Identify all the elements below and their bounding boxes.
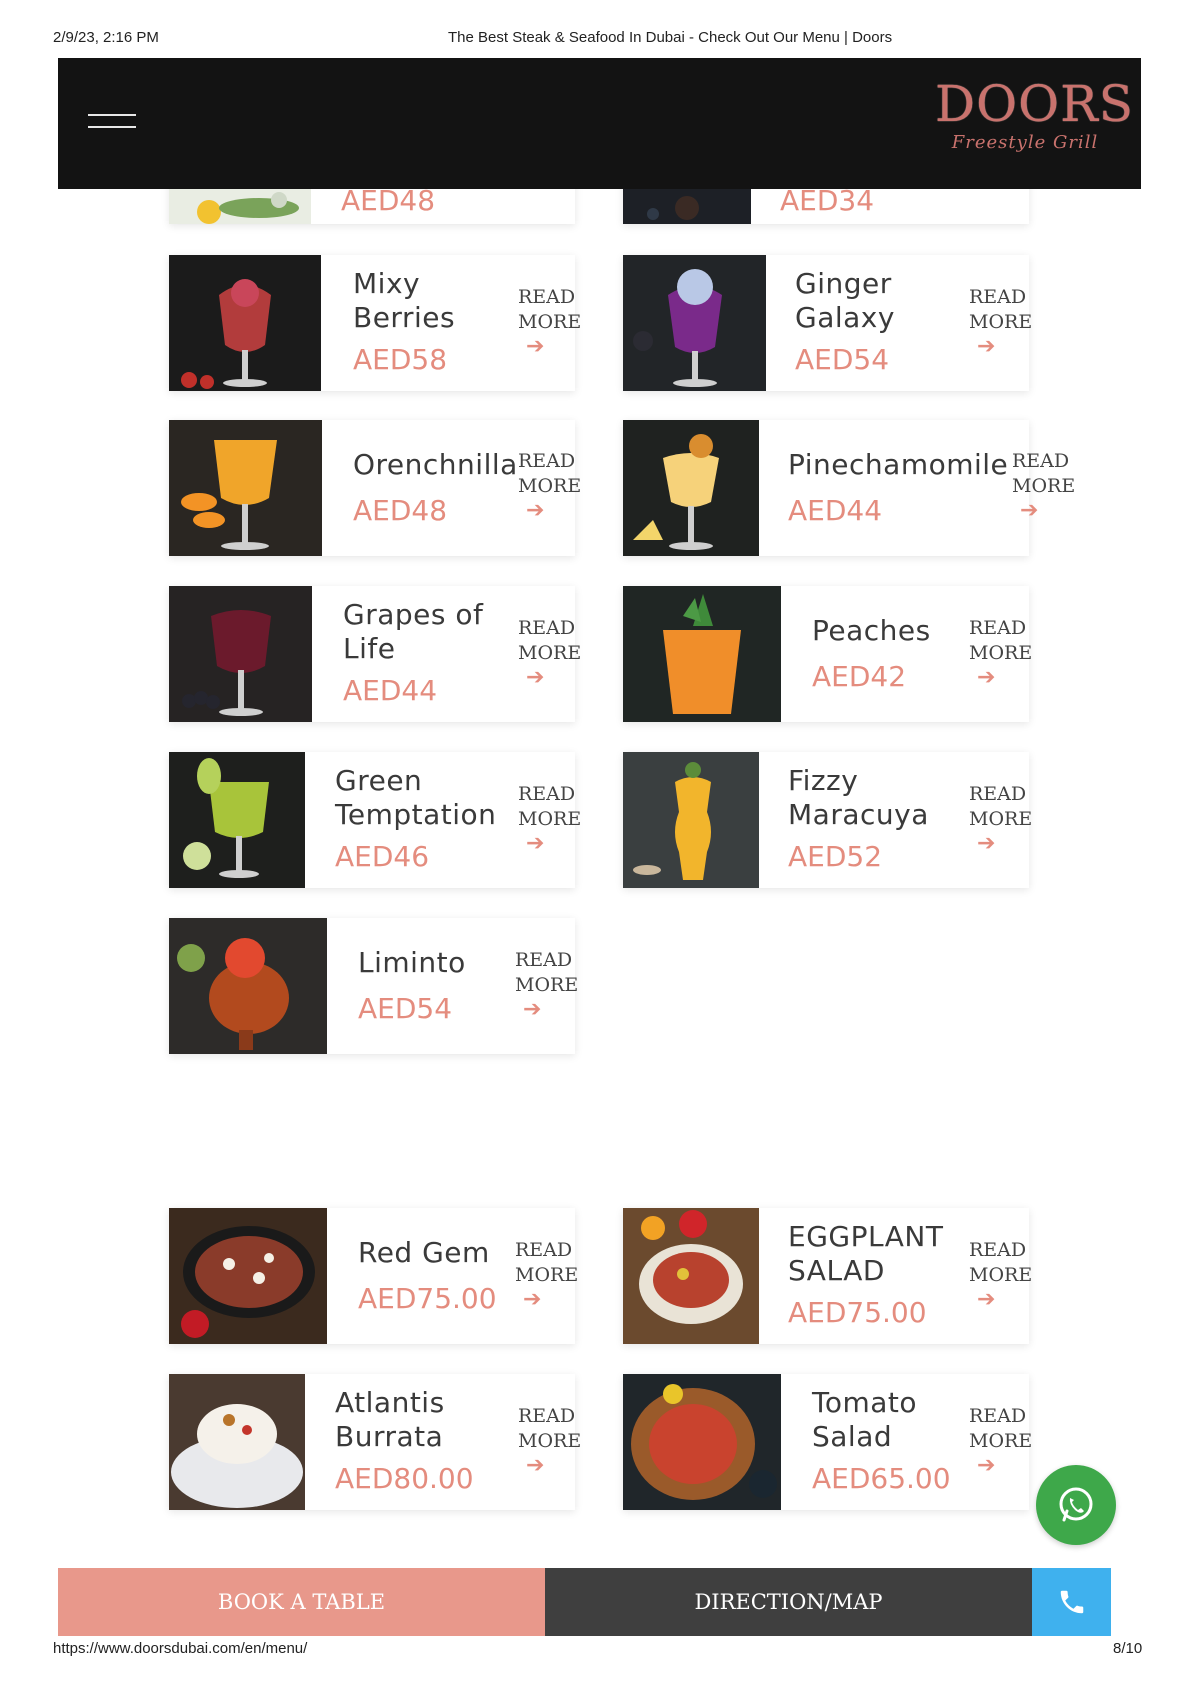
menu-card-tomato-salad[interactable]: Tomato Salad AED65.00 READ MORE ➔ bbox=[623, 1374, 1032, 1510]
call-button[interactable] bbox=[1032, 1568, 1111, 1636]
dish-photo bbox=[169, 752, 305, 888]
logo-wordmark: DOORS bbox=[935, 75, 1134, 133]
dish-price: AED75.00 bbox=[358, 1282, 497, 1315]
dish-price: AED48 bbox=[353, 494, 448, 527]
menu-card-ginger-galaxy[interactable]: Ginger Galaxy AED54 READ MORE ➔ bbox=[623, 255, 1032, 391]
read-more-link[interactable]: READ MORE ➔ bbox=[518, 1404, 581, 1478]
dish-name: Orenchnilla bbox=[353, 448, 518, 481]
dish-name: Grapes of Life bbox=[343, 598, 484, 665]
arrow-right-icon: ➔ bbox=[977, 1453, 996, 1478]
logo[interactable]: DOORS Freestyle Grill bbox=[935, 75, 1134, 176]
read-more-link[interactable]: READ MORE ➔ bbox=[969, 1404, 1032, 1478]
arrow-right-icon: ➔ bbox=[523, 997, 542, 1022]
site-header: DOORS Freestyle Grill bbox=[58, 58, 1141, 189]
menu-card-fizzy-maracuya[interactable]: Fizzy Maracuya AED52 READ MORE ➔ bbox=[623, 752, 1032, 888]
print-url: https://www.doorsdubai.com/en/menu/ bbox=[53, 1640, 308, 1657]
menu-card-grapes-of-life[interactable]: Grapes of Life AED44 READ MORE ➔ bbox=[169, 586, 581, 722]
whatsapp-button[interactable] bbox=[1036, 1465, 1116, 1545]
arrow-right-icon: ➔ bbox=[526, 1453, 545, 1478]
dish-price: AED58 bbox=[353, 343, 448, 376]
menu-card-eggplant-salad[interactable]: EGGPLANT SALAD AED75.00 READ MORE ➔ bbox=[623, 1208, 1032, 1344]
dish-name: Atlantis Burrata bbox=[335, 1386, 445, 1453]
read-more-link[interactable]: READ MORE ➔ bbox=[518, 616, 581, 690]
dish-photo bbox=[169, 1374, 305, 1510]
read-more-link[interactable]: READ MORE ➔ bbox=[1012, 449, 1075, 523]
arrow-right-icon: ➔ bbox=[526, 498, 545, 523]
dish-price: AED80.00 bbox=[335, 1462, 474, 1495]
dish-photo bbox=[623, 586, 781, 722]
dish-price: AED54 bbox=[358, 992, 453, 1025]
bottom-action-bar: BOOK A TABLE DIRECTION/MAP bbox=[58, 1568, 1111, 1636]
read-more-link[interactable]: READ MORE ➔ bbox=[969, 1238, 1032, 1312]
print-page-title: The Best Steak & Seafood In Dubai - Chec… bbox=[448, 29, 893, 46]
dish-photo bbox=[623, 420, 759, 556]
menu-card-pinechamomile[interactable]: Pinechamomile AED44 READ MORE ➔ bbox=[623, 420, 1075, 556]
arrow-right-icon: ➔ bbox=[526, 665, 545, 690]
phone-icon bbox=[1060, 1590, 1083, 1614]
read-more-link[interactable]: READ MORE ➔ bbox=[518, 285, 581, 359]
dish-photo bbox=[169, 1208, 327, 1344]
whatsapp-icon bbox=[1059, 1487, 1093, 1522]
arrow-right-icon: ➔ bbox=[526, 831, 545, 856]
dish-name: Ginger Galaxy bbox=[795, 267, 895, 334]
read-more-link[interactable]: READ MORE ➔ bbox=[969, 782, 1032, 856]
arrow-right-icon: ➔ bbox=[523, 1287, 542, 1312]
print-page-number: 8/10 bbox=[1113, 1640, 1143, 1657]
dish-photo bbox=[169, 918, 327, 1054]
dish-name: Pinechamomile bbox=[788, 448, 1009, 481]
menu-card-atlantis-burrata[interactable]: Atlantis Burrata AED80.00 READ MORE ➔ bbox=[169, 1374, 581, 1510]
dish-photo bbox=[169, 420, 322, 556]
arrow-right-icon: ➔ bbox=[977, 665, 996, 690]
dish-name: EGGPLANT SALAD bbox=[788, 1220, 944, 1287]
dish-photo bbox=[169, 586, 312, 722]
read-more-link[interactable]: READ MORE ➔ bbox=[515, 1238, 578, 1312]
arrow-right-icon: ➔ bbox=[977, 1287, 996, 1312]
arrow-right-icon: ➔ bbox=[1020, 498, 1039, 523]
dish-price: AED65.00 bbox=[812, 1462, 951, 1495]
dish-price: AED75.00 bbox=[788, 1296, 927, 1329]
dish-name: Liminto bbox=[358, 946, 466, 979]
read-more-link[interactable]: READ MORE ➔ bbox=[518, 449, 581, 523]
menu-card-liminto[interactable]: Liminto AED54 READ MORE ➔ bbox=[169, 918, 578, 1054]
dish-price: AED46 bbox=[335, 840, 430, 873]
dish-price: AED44 bbox=[788, 494, 883, 527]
hamburger-icon[interactable] bbox=[88, 114, 136, 134]
dish-price: AED42 bbox=[812, 660, 907, 693]
read-more-link[interactable]: READ MORE ➔ bbox=[969, 285, 1032, 359]
arrow-right-icon: ➔ bbox=[977, 334, 996, 359]
menu-card-red-gem[interactable]: Red Gem AED75.00 READ MORE ➔ bbox=[169, 1208, 578, 1344]
menu-card-peaches[interactable]: Peaches AED42 READ MORE ➔ bbox=[623, 586, 1032, 722]
dish-photo bbox=[623, 1374, 781, 1510]
menu-card-green-temptation[interactable]: Green Temptation AED46 READ MORE ➔ bbox=[169, 752, 581, 888]
dish-photo bbox=[623, 1208, 759, 1344]
dish-name: Tomato Salad bbox=[812, 1386, 918, 1453]
direction-map-button[interactable]: DIRECTION/MAP bbox=[545, 1568, 1032, 1636]
print-date: 2/9/23, 2:16 PM bbox=[53, 29, 159, 46]
dish-name: Peaches bbox=[812, 614, 931, 647]
dish-name: Red Gem bbox=[358, 1236, 490, 1269]
book-table-button[interactable]: BOOK A TABLE bbox=[58, 1568, 545, 1636]
dish-photo bbox=[169, 255, 321, 391]
dish-price: AED44 bbox=[343, 674, 438, 707]
read-more-link[interactable]: READ MORE ➔ bbox=[969, 616, 1032, 690]
dish-photo bbox=[623, 255, 766, 391]
dish-price: AED54 bbox=[795, 343, 890, 376]
read-more-link[interactable]: READ MORE ➔ bbox=[515, 948, 578, 1022]
dish-price: AED52 bbox=[788, 840, 883, 873]
dish-name: Fizzy Maracuya bbox=[788, 764, 929, 831]
logo-tagline: Freestyle Grill bbox=[951, 132, 1099, 153]
arrow-right-icon: ➔ bbox=[977, 831, 996, 856]
arrow-right-icon: ➔ bbox=[526, 334, 545, 359]
dish-name: Green Temptation bbox=[335, 764, 497, 831]
dish-name: Mixy Berries bbox=[353, 267, 456, 334]
menu-card-mixy-berries[interactable]: Mixy Berries AED58 READ MORE ➔ bbox=[169, 255, 581, 391]
dish-photo bbox=[623, 752, 759, 888]
menu-card-orenchnilla[interactable]: Orenchnilla AED48 READ MORE ➔ bbox=[169, 420, 581, 556]
read-more-link[interactable]: READ MORE ➔ bbox=[518, 782, 581, 856]
